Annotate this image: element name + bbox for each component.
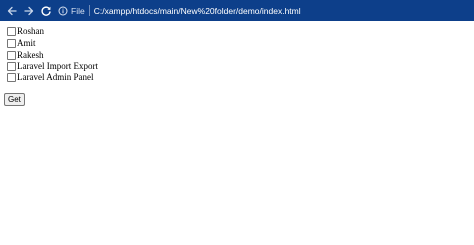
checkbox-row-roshan[interactable]: Roshan [6, 26, 44, 37]
reload-button[interactable] [38, 3, 54, 19]
back-button[interactable] [4, 3, 20, 19]
checkbox[interactable] [7, 62, 16, 71]
checkbox-label: Amit [17, 38, 36, 48]
checkbox-label: Laravel Import Export [17, 61, 98, 71]
site-info-button[interactable]: File [58, 3, 89, 19]
checkbox[interactable] [7, 27, 16, 36]
arrow-left-icon [7, 6, 17, 15]
browser-toolbar: File C:/xampp/htdocs/main/New%20folder/d… [0, 0, 474, 21]
checkbox-label: Laravel Admin Panel [17, 72, 94, 82]
checkbox[interactable] [7, 51, 16, 60]
checkbox-label: Roshan [17, 26, 44, 36]
address-bar[interactable]: File C:/xampp/htdocs/main/New%20folder/d… [58, 3, 474, 19]
checkbox-row-rakesh[interactable]: Rakesh [6, 50, 44, 61]
url-text[interactable]: C:/xampp/htdocs/main/New%20folder/demo/i… [94, 6, 301, 16]
info-icon [58, 6, 68, 15]
checkbox[interactable] [7, 39, 16, 48]
site-info-label: File [71, 5, 85, 16]
checkbox-row-laravel-import-export[interactable]: Laravel Import Export [6, 61, 98, 72]
checkbox-row-laravel-admin-panel[interactable]: Laravel Admin Panel [6, 72, 93, 83]
omnibox-divider [88, 5, 90, 16]
checkbox-label: Rakesh [17, 50, 44, 60]
forward-button[interactable] [21, 3, 37, 19]
get-button[interactable]: Get [4, 93, 25, 106]
arrow-right-icon [24, 6, 34, 15]
checkbox[interactable] [7, 73, 16, 82]
checkbox-row-amit[interactable]: Amit [6, 38, 36, 49]
reload-icon [41, 5, 51, 16]
